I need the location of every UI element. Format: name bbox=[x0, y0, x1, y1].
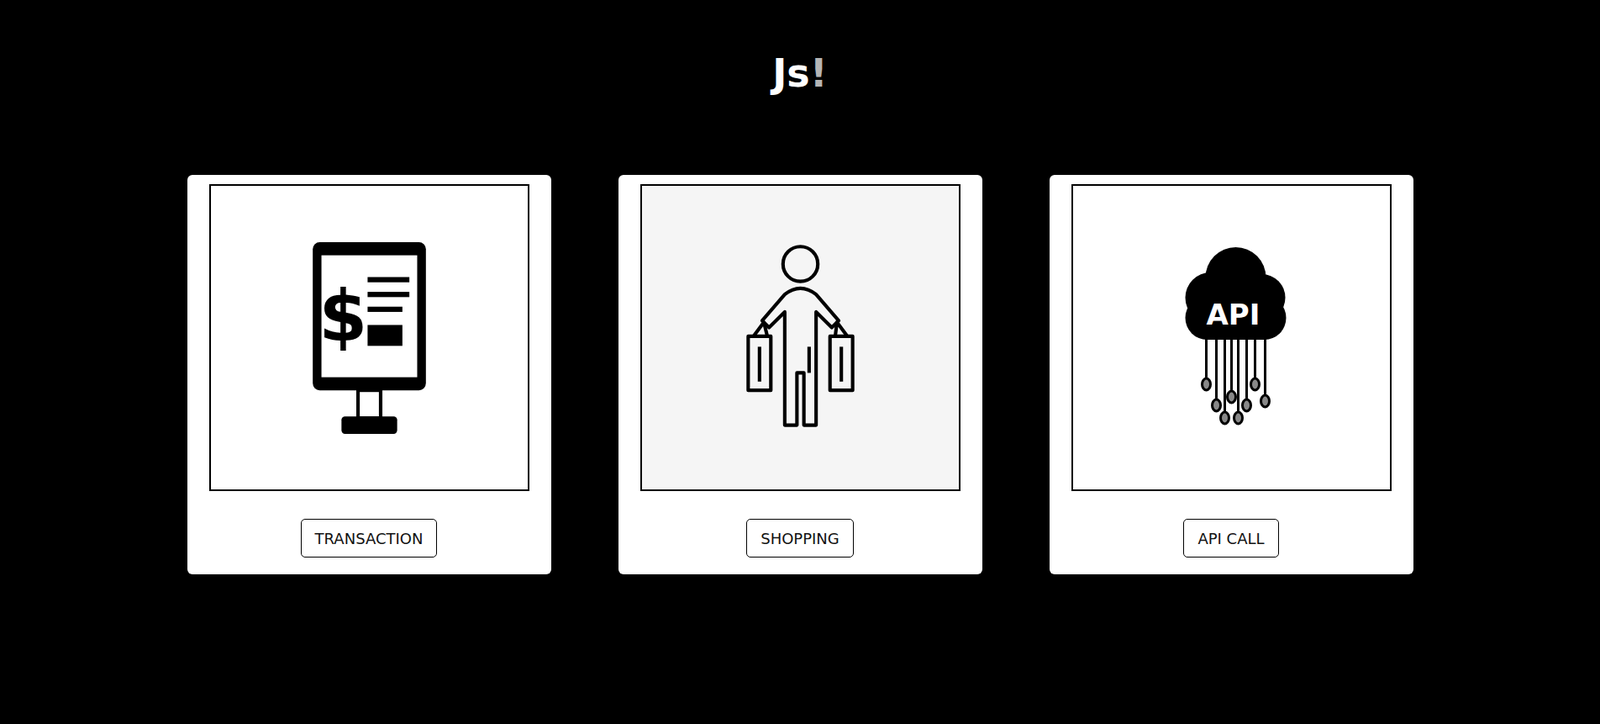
card-button[interactable]: SHOPPING bbox=[746, 518, 854, 558]
payment-terminal-icon: $ bbox=[308, 236, 431, 439]
svg-text:API: API bbox=[1205, 297, 1260, 332]
api-cloud-icon: API bbox=[1170, 236, 1293, 439]
card: $ TRANSACTION bbox=[187, 174, 552, 574]
title-accent: ! bbox=[810, 50, 828, 96]
card: API API CALL bbox=[1049, 174, 1414, 574]
image-frame: $ bbox=[209, 184, 530, 491]
page: Js! $ TRANSACTION SHOPPING API API CALL bbox=[0, 0, 1600, 724]
card-row: $ TRANSACTION SHOPPING API API CALL bbox=[0, 174, 1600, 574]
image-frame bbox=[640, 184, 961, 491]
card: SHOPPING bbox=[618, 174, 983, 574]
card-button[interactable]: TRANSACTION bbox=[300, 518, 438, 558]
page-title: Js! bbox=[0, 53, 1600, 93]
image-frame: API bbox=[1071, 184, 1392, 491]
card-button[interactable]: API CALL bbox=[1183, 518, 1279, 558]
shopper-with-bags-icon bbox=[739, 236, 862, 439]
svg-text:$: $ bbox=[318, 275, 368, 358]
